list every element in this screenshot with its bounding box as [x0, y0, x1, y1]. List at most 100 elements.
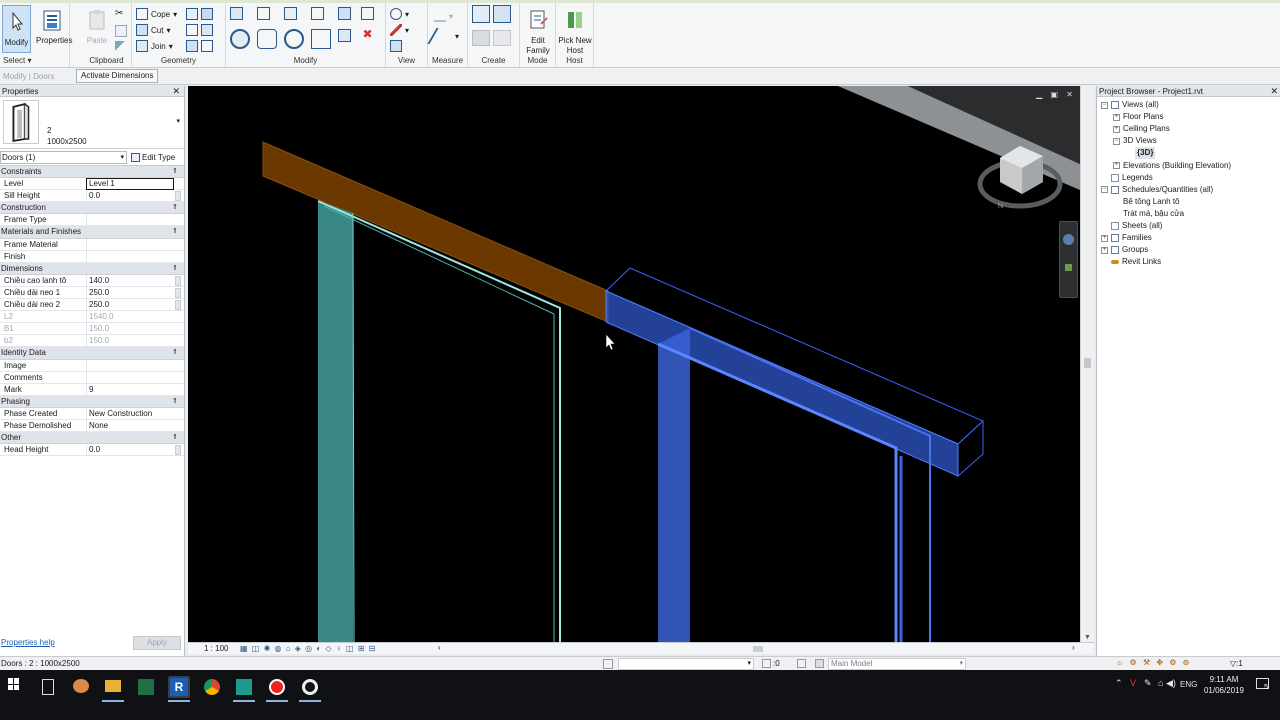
collapse-icon[interactable]: ⇑	[172, 396, 178, 408]
browser-tree-item[interactable]: + Ceiling Plans	[1113, 123, 1170, 135]
property-value[interactable]: 250.0	[86, 299, 174, 312]
property-value[interactable]: 140.0	[86, 274, 174, 287]
close-icon[interactable]: ✕	[172, 86, 180, 97]
browser-tree-item[interactable]: + Families	[1101, 232, 1152, 244]
browser-tree-item[interactable]: Bê tông Lanh tô	[1113, 196, 1180, 208]
property-category[interactable]: Dimensions ⇑	[0, 262, 184, 275]
expand-icon[interactable]: +	[1113, 162, 1120, 169]
trim-extend-icon[interactable]	[311, 29, 331, 49]
expand-icon[interactable]: +	[1101, 246, 1108, 254]
cope-button[interactable]: Cope ▾	[136, 7, 177, 21]
associate-parameter-button[interactable]	[175, 287, 181, 298]
revit-icon[interactable]: R	[168, 676, 190, 702]
view-scale[interactable]: 1 : 100	[204, 644, 228, 653]
property-category[interactable]: Other ⇑	[0, 432, 184, 445]
array-icon[interactable]	[338, 29, 351, 42]
collapse-icon[interactable]: ⇑	[172, 202, 178, 214]
notification-icon[interactable]: 5	[1256, 678, 1269, 691]
workset-select[interactable]: ▾	[618, 658, 754, 670]
view-control-icons[interactable]: ▦ ◫ ✺ ◍ ⌂ ◈ ◎ ◐ ◇ ♀ ◫ ⊞ ⊟	[240, 644, 376, 653]
property-category[interactable]: Materials and Finishes ⇑	[0, 226, 184, 239]
tray-volume-icon[interactable]: ◀)	[1166, 678, 1176, 689]
property-value[interactable]	[86, 214, 174, 227]
trim-icon[interactable]	[361, 7, 374, 20]
split-icon[interactable]	[338, 7, 351, 20]
view-window-controls[interactable]: ▁ ▣ ✕	[1036, 90, 1076, 99]
property-value[interactable]: New Construction	[86, 407, 174, 420]
measure-button[interactable]: ▾	[434, 9, 453, 23]
property-value[interactable]: Level 1	[86, 178, 174, 191]
scissors-button[interactable]: ✂	[115, 7, 127, 21]
match-type-button[interactable]	[115, 40, 127, 54]
pick-new-host-button[interactable]: Pick New Host	[557, 5, 593, 55]
browser-tree-item[interactable]: Sheets (all)	[1101, 220, 1162, 232]
property-value[interactable]	[86, 359, 174, 372]
snipping-tool-icon[interactable]	[70, 676, 92, 698]
rotate-icon[interactable]	[284, 29, 304, 49]
collapse-icon[interactable]: ⇑	[172, 347, 178, 359]
collapse-icon[interactable]: −	[1101, 101, 1108, 109]
collapse-icon[interactable]: ⇑	[172, 263, 178, 275]
tray-app-icon[interactable]: V	[1130, 678, 1136, 688]
offset-icon[interactable]	[257, 7, 270, 20]
browser-tree-item[interactable]: + Floor Plans	[1113, 111, 1163, 123]
associate-parameter-button[interactable]	[175, 445, 181, 456]
design-option-select[interactable]: Main Model ▾	[828, 658, 966, 670]
view-vertical-scrollbar[interactable]: ▼	[1080, 86, 1094, 642]
property-value[interactable]: None	[86, 419, 174, 432]
exclude-options-icon[interactable]	[815, 659, 824, 668]
copy-element-icon[interactable]	[257, 29, 277, 49]
collapse-icon[interactable]: −	[1101, 186, 1108, 194]
properties-button[interactable]: Properties	[36, 5, 72, 53]
align-icon[interactable]	[230, 7, 243, 20]
hide-element-button[interactable]: ▾	[390, 7, 409, 21]
steering-wheel-icon[interactable]	[1063, 234, 1074, 245]
property-category[interactable]: Constraints ⇑	[0, 166, 184, 179]
property-value[interactable]	[86, 371, 174, 384]
browser-tree-item[interactable]: − Schedules/Quantities (all)	[1101, 184, 1213, 196]
zoom-icon[interactable]	[1065, 264, 1072, 271]
system-clock[interactable]: 9:11 AM 01/06/2019	[1198, 674, 1250, 696]
expand-icon[interactable]: +	[1113, 113, 1120, 121]
screen-recorder-icon[interactable]	[266, 676, 288, 702]
view-tool-button[interactable]	[390, 39, 402, 53]
obs-icon[interactable]	[299, 676, 321, 702]
dimension-button[interactable]: ▾	[427, 28, 459, 44]
scrollbar-thumb[interactable]	[1084, 358, 1091, 368]
edit-family-button[interactable]: Edit Family	[522, 5, 554, 55]
tray-pen-icon[interactable]: ✎	[1144, 678, 1152, 689]
create-similar-button[interactable]	[472, 30, 511, 46]
join-button[interactable]: Join ▾	[136, 39, 173, 53]
geometry-tool-3[interactable]	[186, 39, 213, 53]
windows-start-icon[interactable]	[8, 678, 20, 690]
property-category[interactable]: Identity Data ⇑	[0, 347, 184, 360]
associate-parameter-button[interactable]	[175, 275, 181, 286]
close-icon[interactable]: ✕	[1270, 86, 1278, 97]
type-selector[interactable]: 2 1000x2500 ▾	[0, 97, 184, 149]
mirror-draw-icon[interactable]	[311, 7, 324, 20]
geometry-tool-2[interactable]	[186, 23, 213, 37]
apply-button[interactable]: Apply	[133, 636, 181, 650]
navigation-bar[interactable]	[1059, 221, 1078, 298]
instance-filter-select[interactable]: Doors (1) ▾	[0, 151, 127, 164]
browser-tree-item[interactable]: −3D Views	[1113, 135, 1157, 147]
tray-network-icon[interactable]: ⌂	[1158, 678, 1163, 688]
cut-button[interactable]: Cut ▾	[136, 23, 170, 37]
linework-button[interactable]: ▾	[390, 23, 409, 37]
associate-parameter-button[interactable]	[175, 300, 181, 311]
collapse-icon[interactable]: ⇑	[172, 226, 178, 238]
property-value[interactable]: 250.0	[86, 286, 174, 299]
delete-icon[interactable]: ✖	[361, 28, 374, 42]
expand-icon[interactable]: +	[1113, 125, 1120, 133]
property-value[interactable]: 0.0	[86, 190, 174, 203]
select-dropdown[interactable]: Select ▾	[0, 56, 69, 65]
properties-help-link[interactable]: Properties help	[1, 638, 55, 647]
copy-button[interactable]	[115, 24, 127, 38]
chevron-down-icon[interactable]: ▼	[1084, 634, 1091, 641]
design-option-icon[interactable]	[797, 659, 806, 668]
tray-chevron-up-icon[interactable]: ⌃	[1115, 678, 1123, 689]
excel-icon[interactable]	[135, 676, 157, 698]
collapse-icon[interactable]: ⇑	[172, 166, 178, 178]
chevron-down-icon[interactable]: ▾	[176, 117, 180, 125]
chevron-right-icon[interactable]: ›	[1072, 643, 1075, 652]
